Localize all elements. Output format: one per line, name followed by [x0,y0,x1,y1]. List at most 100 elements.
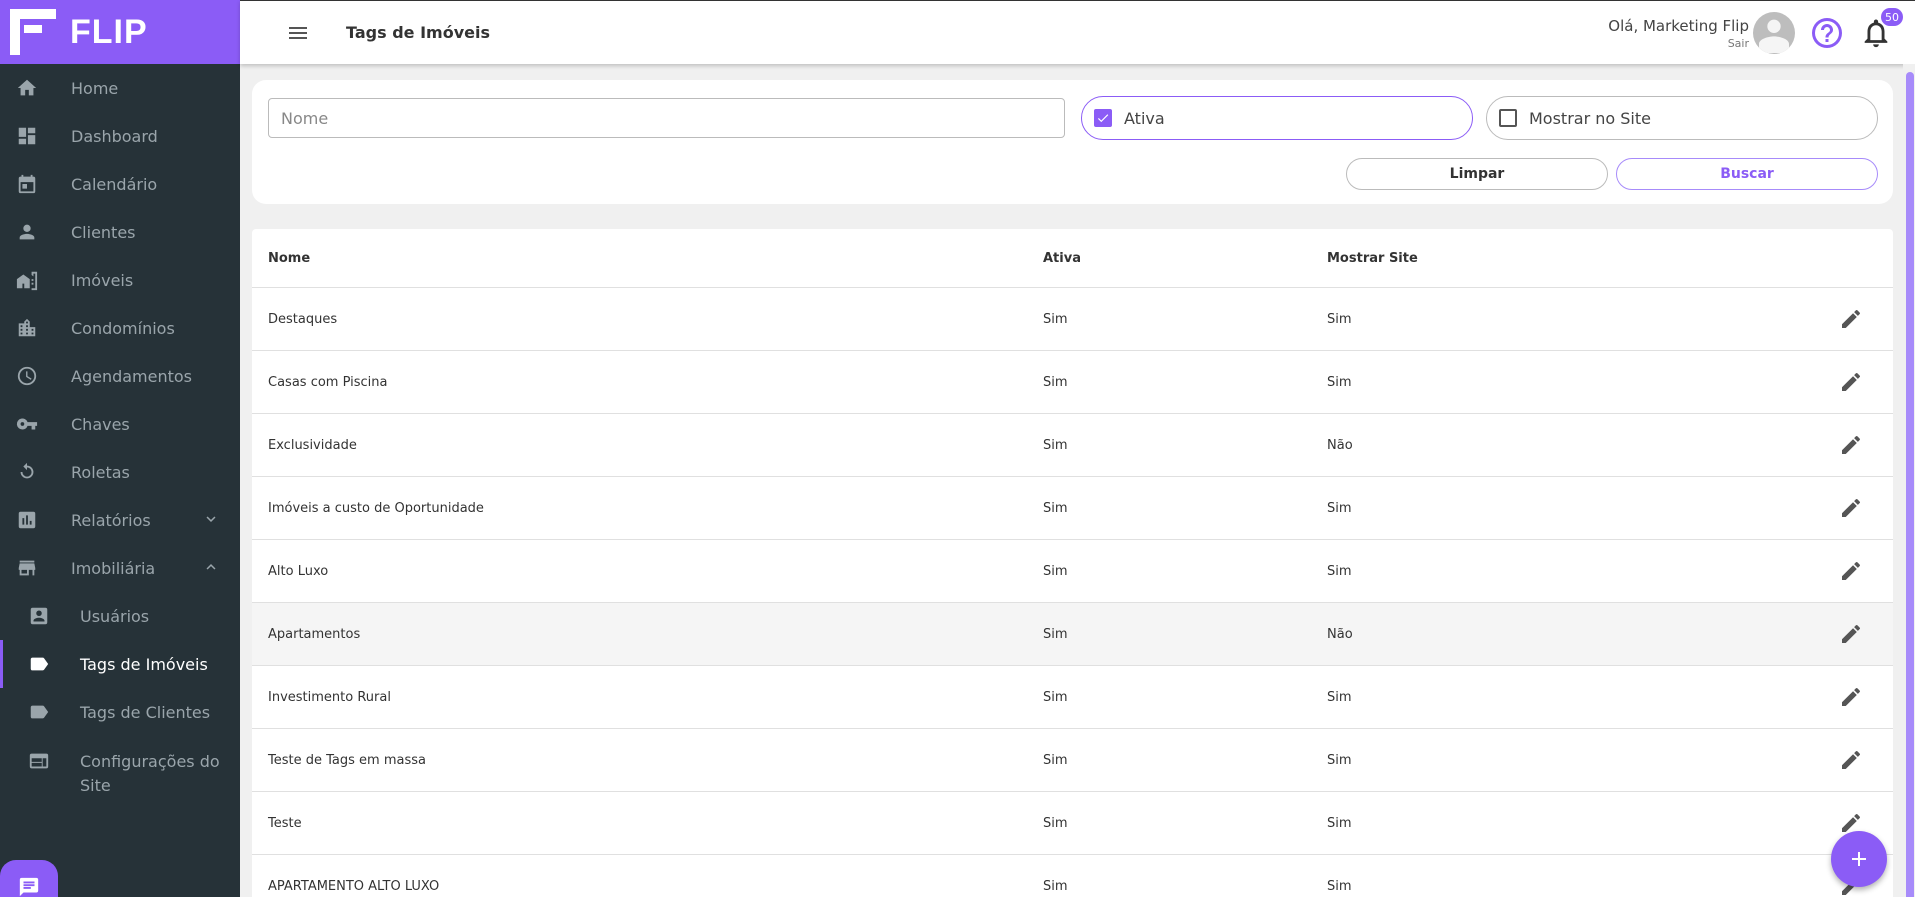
cell-active: Sim [1043,437,1068,453]
search-button[interactable]: Buscar [1616,158,1878,190]
flip-logo-icon [10,9,56,55]
table-row[interactable]: Imóveis a custo de Oportunidade Sim Sim [252,477,1893,540]
edit-pencil-icon[interactable] [1839,370,1863,394]
avatar-icon [1759,19,1789,53]
page-title: Tags de Imóveis [346,23,490,42]
active-filter-label: Ativa [1124,108,1165,128]
sidebar-item-label: Tags de Imóveis [80,654,208,674]
sidebar-item-tags-clientes[interactable]: Tags de Clientes [0,688,240,736]
sidebar-item-tags-imoveis[interactable]: Tags de Imóveis [0,640,240,688]
edit-pencil-icon[interactable] [1839,496,1863,520]
sidebar-item-relatorios[interactable]: Relatórios [0,496,240,544]
add-tag-button[interactable] [1831,831,1887,887]
chevron-down-icon[interactable] [202,510,220,528]
sidebar-item-clientes[interactable]: Clientes [0,208,240,256]
cell-active: Sim [1043,878,1068,894]
sidebar-item-roletas[interactable]: Roletas [0,448,240,496]
page-scrollbar[interactable] [1903,64,1915,897]
edit-pencil-icon[interactable] [1839,433,1863,457]
clear-button[interactable]: Limpar [1346,158,1608,190]
person-icon [16,221,38,243]
avatar[interactable] [1753,12,1795,54]
sidebar-item-label: Configurações do Site [80,752,220,795]
sidebar-item-label: Chaves [71,414,130,434]
cell-show-site: Sim [1327,689,1352,705]
home-icon [16,77,38,99]
sidebar: FLIP Home Dashboard Calendário Clientes … [0,0,240,897]
scrollbar-thumb[interactable] [1906,72,1914,897]
cell-name: Alto Luxo [268,563,329,579]
cell-name: Teste [268,815,302,831]
edit-pencil-icon[interactable] [1839,685,1863,709]
table-row[interactable]: Destaques Sim Sim [252,288,1893,351]
help-icon[interactable] [1809,15,1845,51]
tag-icon [28,653,50,675]
column-header-name[interactable]: Nome [268,251,310,266]
cell-show-site: Sim [1327,563,1352,579]
chat-button[interactable] [0,860,58,897]
table-row[interactable]: Teste de Tags em massa Sim Sim [252,729,1893,792]
sidebar-item-condominios[interactable]: Condomínios [0,304,240,352]
table-row[interactable]: APARTAMENTO ALTO LUXO Sim Sim [252,855,1893,897]
chevron-up-icon[interactable] [202,558,220,576]
logout-link[interactable]: Sair [1608,37,1749,50]
sidebar-item-configuracoes-site[interactable]: Configurações do Site [0,736,240,808]
active-filter-checkbox[interactable]: Ativa [1081,96,1473,140]
sidebar-item-agendamentos[interactable]: Agendamentos [0,352,240,400]
user-greeting: Olá, Marketing Flip Sair [1608,17,1749,50]
sidebar-item-label: Agendamentos [71,366,193,386]
cell-show-site: Sim [1327,500,1352,516]
table-body: Destaques Sim Sim Casas com Piscina Sim Sim Ex… [252,288,1893,897]
cell-active: Sim [1043,815,1068,831]
brand-name: FLIP [70,12,148,51]
edit-pencil-icon[interactable] [1839,622,1863,646]
show-site-filter-label: Mostrar no Site [1529,108,1651,128]
table-row[interactable]: Investimento Rural Sim Sim [252,666,1893,729]
table-row[interactable]: Exclusividade Sim Não [252,414,1893,477]
sidebar-item-label: Roletas [71,462,130,482]
table-row[interactable]: Alto Luxo Sim Sim [252,540,1893,603]
sidebar-item-calendario[interactable]: Calendário [0,160,240,208]
sidebar-item-label: Condomínios [71,318,175,338]
column-header-show-site[interactable]: Mostrar Site [1327,251,1418,266]
sidebar-item-usuarios[interactable]: Usuários [0,592,240,640]
sidebar-item-imoveis[interactable]: Imóveis [0,256,240,304]
edit-pencil-icon[interactable] [1839,559,1863,583]
sidebar-item-label: Relatórios [71,510,151,530]
table-row[interactable]: Apartamentos Sim Não [252,603,1893,666]
edit-pencil-icon[interactable] [1839,307,1863,331]
sidebar-item-label: Imóveis [71,270,134,290]
cell-active: Sim [1043,500,1068,516]
cell-show-site: Sim [1327,815,1352,831]
tag-icon [28,701,50,723]
hamburger-menu-icon[interactable] [286,21,310,45]
cell-name: Destaques [268,311,338,327]
calendar-icon [16,173,38,195]
cell-show-site: Sim [1327,374,1352,390]
clock-icon [16,365,38,387]
cell-name: Casas com Piscina [268,374,388,390]
sidebar-item-imobiliaria[interactable]: Imobiliária [0,544,240,592]
cell-name: Imóveis a custo de Oportunidade [268,500,484,516]
sidebar-item-home[interactable]: Home [0,64,240,112]
notification-count-badge: 50 [1881,8,1903,26]
table-row[interactable]: Casas com Piscina Sim Sim [252,351,1893,414]
store-icon [16,557,38,579]
column-header-active[interactable]: Ativa [1043,251,1081,266]
cell-active: Sim [1043,563,1068,579]
notifications-bell-icon[interactable]: 50 [1859,8,1903,50]
cell-name: Apartamentos [268,626,361,642]
show-site-filter-checkbox[interactable]: Mostrar no Site [1486,96,1878,140]
sidebar-item-chaves[interactable]: Chaves [0,400,240,448]
brand-logo[interactable]: FLIP [0,0,240,64]
filter-panel: Ativa Mostrar no Site Limpar Buscar [252,80,1893,204]
table-row[interactable]: Teste Sim Sim [252,792,1893,855]
sidebar-item-dashboard[interactable]: Dashboard [0,112,240,160]
name-filter-input[interactable] [268,98,1065,138]
edit-pencil-icon[interactable] [1839,748,1863,772]
checkbox-checked-icon [1094,109,1112,127]
key-icon [16,413,38,435]
chat-icon [19,877,39,897]
greeting-text: Olá, Marketing Flip [1608,16,1749,35]
web-icon [28,750,50,772]
